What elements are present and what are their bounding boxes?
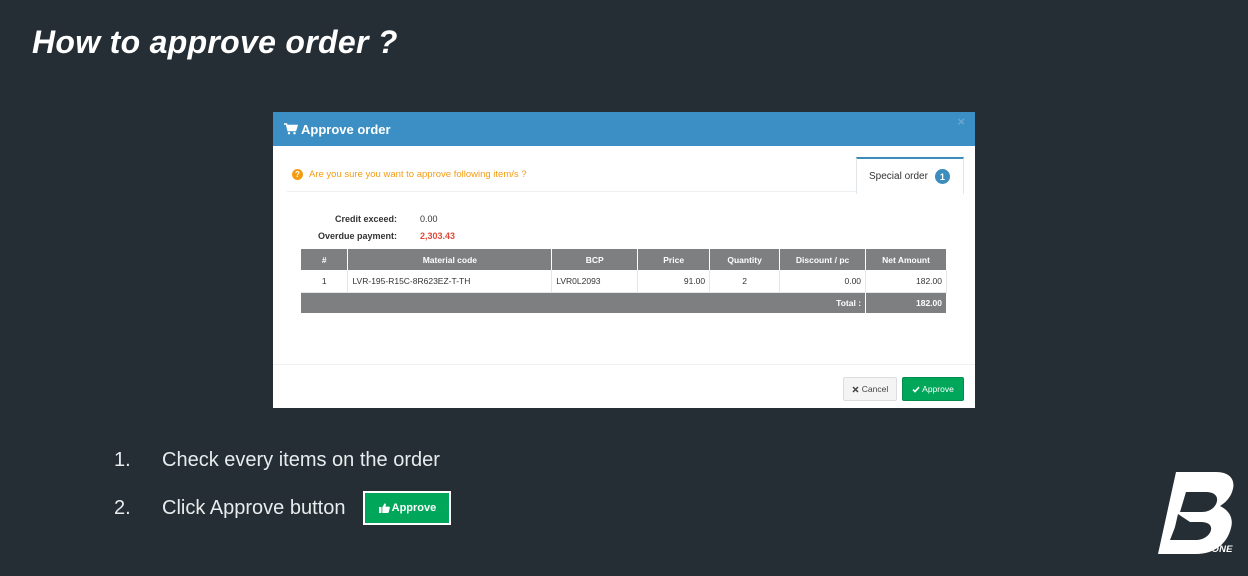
step-number: 1. — [114, 449, 131, 471]
col-header-discount: Discount / pc — [779, 249, 867, 270]
overdue-payment-value: 2,303.43 — [420, 231, 456, 242]
cell-bcp: LVR0L2093 — [551, 270, 639, 293]
col-header-quantity: Quantity — [709, 249, 781, 270]
close-icon[interactable]: × — [957, 114, 965, 129]
cell-index: 1 — [301, 270, 349, 293]
tab-count-badge: 1 — [934, 169, 950, 184]
cell-net-amount: 182.00 — [865, 270, 947, 293]
approve-button-illustration: Approve — [363, 491, 452, 525]
order-summary: Credit exceed: 0.00 Overdue payment: 2,3… — [300, 210, 455, 245]
step-1: 1. Check every items on the order — [114, 449, 440, 472]
check-icon — [912, 386, 920, 393]
step-number: 2. — [114, 496, 131, 519]
approve-order-dialog: Approve order × ? Are you sure you want … — [273, 112, 975, 408]
approve-label: Approve — [922, 384, 954, 394]
col-header-net-amount: Net Amount — [865, 249, 947, 270]
tab-label: Special order — [869, 171, 928, 182]
slide-title: How to approve order ? — [32, 24, 398, 60]
total-label: Total : — [301, 292, 867, 313]
credit-exceed-value: 0.00 — [420, 213, 438, 224]
step-text: Click Approve button — [162, 496, 346, 519]
approve-illustration-label: Approve — [391, 502, 437, 514]
confirm-text: Are you sure you want to approve followi… — [309, 169, 527, 180]
cell-quantity: 2 — [709, 270, 781, 293]
shopping-cart-icon — [284, 123, 298, 135]
dialog-header: Approve order × — [273, 112, 975, 146]
order-items-table: # Material code BCP Price Quantity Disco… — [301, 249, 947, 313]
step-2: 2. Click Approve button Approve — [114, 491, 452, 525]
table-total-row: Total : 182.00 — [301, 292, 947, 313]
table-header-row: # Material code BCP Price Quantity Disco… — [301, 249, 947, 270]
col-header-price: Price — [637, 249, 711, 270]
times-icon — [852, 385, 859, 393]
cancel-label: Cancel — [861, 384, 889, 394]
col-header-index: # — [301, 249, 349, 270]
col-header-material-code: Material code — [347, 249, 553, 270]
dialog-title: Approve order — [301, 121, 391, 137]
cell-price: 91.00 — [637, 270, 711, 293]
overdue-payment-label: Overdue payment: — [317, 231, 397, 242]
col-header-bcp: BCP — [551, 249, 639, 270]
cell-material-code: LVR-195-R15C-8R623EZ-T-TH — [347, 270, 553, 293]
total-value: 182.00 — [865, 292, 947, 313]
cell-discount: 0.00 — [779, 270, 867, 293]
cancel-button[interactable]: Cancel — [843, 377, 897, 401]
thumbs-up-icon — [378, 503, 390, 513]
credit-exceed-label: Credit exceed: — [334, 213, 397, 224]
step-text: Check every items on the order — [162, 449, 440, 471]
question-circle-icon: ? — [292, 169, 303, 180]
table-row: 1 LVR-195-R15C-8R623EZ-T-TH LVR0L2093 91… — [301, 270, 947, 293]
confirm-message: ? Are you sure you want to approve follo… — [287, 158, 857, 192]
bridgestone-logo-text: BRIDGESTONE — [1161, 544, 1233, 555]
dialog-footer: Cancel Approve — [273, 364, 975, 408]
approve-button[interactable]: Approve — [902, 377, 964, 401]
tab-special-order[interactable]: Special order 1 — [856, 157, 964, 194]
